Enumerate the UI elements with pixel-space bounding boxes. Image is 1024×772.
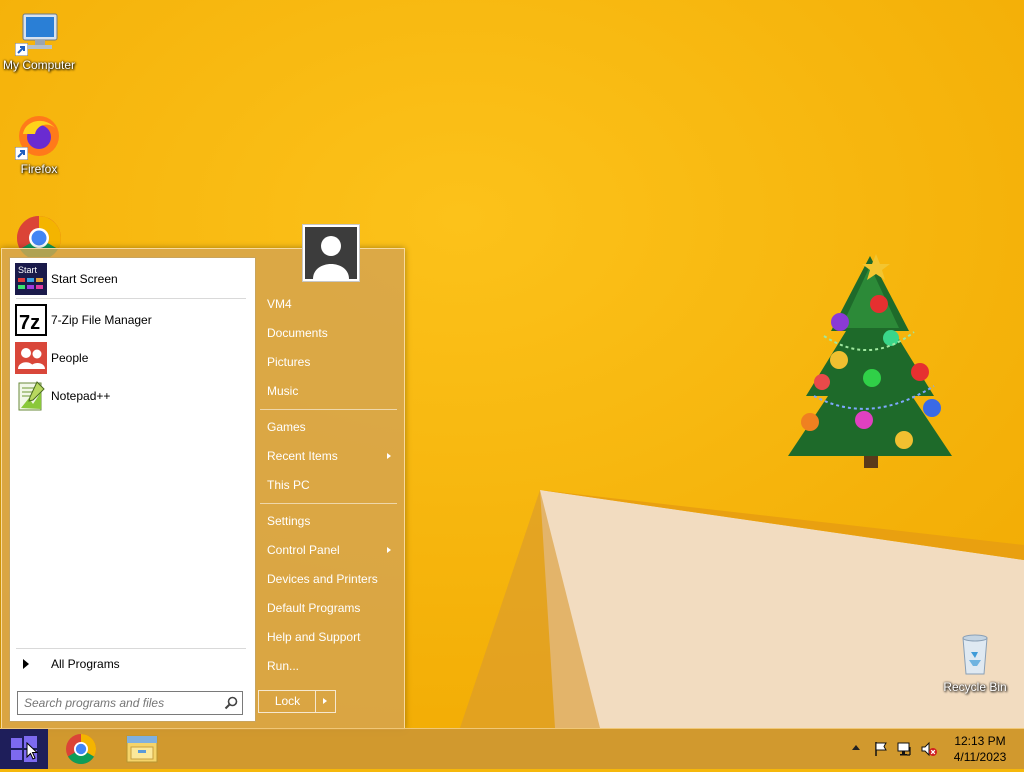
svg-text:7z: 7z xyxy=(19,312,40,334)
all-programs-button[interactable]: All Programs xyxy=(15,654,250,674)
start-item-documents[interactable]: Documents xyxy=(259,321,399,345)
program-label: People xyxy=(51,351,89,365)
start-item-label: Music xyxy=(267,384,299,398)
taskbar-chrome[interactable] xyxy=(57,731,105,767)
start-item-games[interactable]: Games xyxy=(259,415,399,439)
program-label: 7-Zip File Manager xyxy=(51,313,152,327)
desktop-icon-label: Firefox xyxy=(20,162,58,176)
file-explorer-icon xyxy=(126,735,158,763)
clock-time[interactable]: 12:13 PM xyxy=(945,734,1015,748)
7zip-icon: 7z xyxy=(15,304,47,336)
user-avatar[interactable] xyxy=(302,224,360,282)
lock-button[interactable]: Lock xyxy=(259,691,316,712)
notepadpp-icon xyxy=(15,380,47,412)
start-item-label: Run... xyxy=(267,659,300,673)
all-programs-label: All Programs xyxy=(51,657,120,671)
start-item-pictures[interactable]: Pictures xyxy=(259,350,399,374)
desktop-icon-label: Recycle Bin xyxy=(943,680,1007,694)
mouse-cursor-icon xyxy=(26,742,38,760)
start-item-default-programs[interactable]: Default Programs xyxy=(259,596,399,620)
chrome-icon xyxy=(66,734,97,765)
desktop-icon-firefox[interactable]: Firefox xyxy=(0,112,80,176)
program-start-screen[interactable]: Start Start Screen xyxy=(15,262,250,296)
divider xyxy=(16,648,246,649)
show-hidden-icons-icon[interactable] xyxy=(852,745,860,750)
divider xyxy=(260,409,397,410)
start-item-control-panel[interactable]: Control Panel xyxy=(259,538,399,562)
start-item-label: Recent Items xyxy=(267,449,338,463)
start-item-recent-items[interactable]: Recent Items xyxy=(259,444,399,468)
start-item-label: Games xyxy=(267,420,306,434)
start-item-devices-and-printers[interactable]: Devices and Printers xyxy=(259,567,399,591)
christmas-tree-gadget xyxy=(788,254,952,468)
program-people[interactable]: People xyxy=(15,341,250,375)
user-icon xyxy=(313,236,349,279)
start-item-help-and-support[interactable]: Help and Support xyxy=(259,625,399,649)
start-item-label: Default Programs xyxy=(267,601,361,615)
start-item-label: Control Panel xyxy=(267,543,340,557)
search-box xyxy=(17,691,243,715)
start-item-run[interactable]: Run... xyxy=(259,654,399,678)
program-label: Start Screen xyxy=(51,272,118,286)
program-notepadpp[interactable]: Notepad++ xyxy=(15,379,250,413)
search-icon[interactable] xyxy=(224,696,238,710)
network-icon[interactable] xyxy=(897,741,913,757)
start-item-label: Settings xyxy=(267,514,311,528)
volume-muted-icon[interactable] xyxy=(921,741,937,757)
start-item-vm4[interactable]: VM4 xyxy=(259,292,399,316)
submenu-arrow-icon xyxy=(387,547,391,553)
start-button[interactable] xyxy=(0,729,48,769)
start-item-label: VM4 xyxy=(267,297,292,311)
search-input[interactable] xyxy=(18,692,220,714)
start-item-label: Devices and Printers xyxy=(267,572,378,586)
start-menu-programs-pane: Start Start Screen 7z 7-Zip File Manager xyxy=(9,257,256,722)
start-item-label: Documents xyxy=(267,326,328,340)
taskbar: 12:13 PM 4/11/2023 xyxy=(0,728,1024,769)
start-item-label: Help and Support xyxy=(267,630,361,644)
arrow-right-icon xyxy=(323,698,327,704)
arrow-right-icon xyxy=(23,659,29,669)
start-item-this-pc[interactable]: This PC xyxy=(259,473,399,497)
action-center-flag-icon[interactable] xyxy=(873,741,889,757)
people-icon xyxy=(15,342,47,374)
program-7zip[interactable]: 7z 7-Zip File Manager xyxy=(15,303,250,337)
start-screen-icon: Start xyxy=(15,263,47,295)
start-item-label: This PC xyxy=(267,478,310,492)
taskbar-file-explorer[interactable] xyxy=(118,731,166,767)
start-item-music[interactable]: Music xyxy=(259,379,399,403)
desktop-icon-recycle-bin[interactable]: Recycle Bin xyxy=(934,630,1016,694)
desktop-icon-my-computer[interactable]: My Computer xyxy=(0,8,80,72)
firefox-icon xyxy=(15,112,63,160)
recycle-bin-icon xyxy=(951,630,999,678)
start-menu: Start Start Screen 7z 7-Zip File Manager xyxy=(1,224,405,730)
lock-button-group: Lock xyxy=(258,690,336,713)
shutdown-options-button[interactable] xyxy=(315,691,335,712)
clock-date[interactable]: 4/11/2023 xyxy=(945,750,1015,764)
windows-logo-icon xyxy=(11,736,37,762)
program-label: Notepad++ xyxy=(51,389,111,403)
divider xyxy=(260,503,397,504)
svg-text:Start: Start xyxy=(18,265,38,275)
submenu-arrow-icon xyxy=(387,453,391,459)
desktop-icon-label: My Computer xyxy=(2,58,76,72)
start-item-settings[interactable]: Settings xyxy=(259,509,399,533)
start-item-label: Pictures xyxy=(267,355,311,369)
computer-icon xyxy=(15,8,63,56)
divider xyxy=(16,298,246,299)
